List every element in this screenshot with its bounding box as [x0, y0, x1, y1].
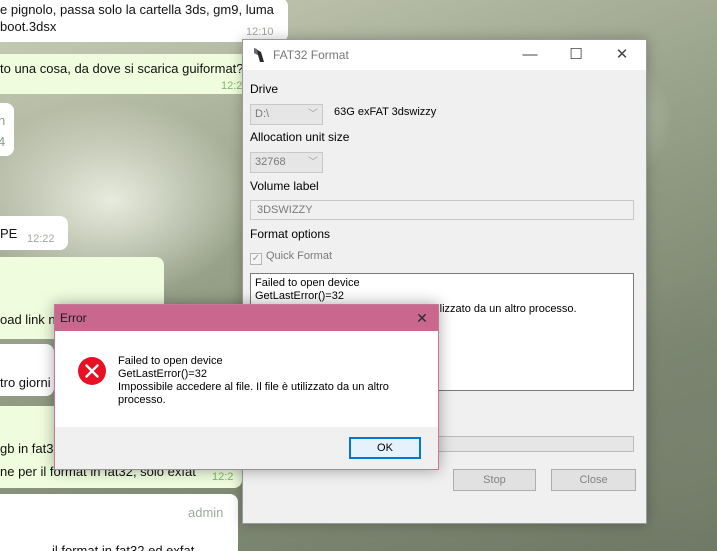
message-text: e pignolo, passa solo la cartella 3ds, g…: [0, 2, 274, 17]
chat-message[interactable]: PE 12:22: [0, 216, 68, 250]
window-titlebar[interactable]: FAT32 Format — ☐ ✕: [243, 40, 646, 70]
message-text: il format in fat32 ed exfat: [52, 543, 195, 551]
message-text: 4: [0, 134, 6, 149]
minimize-button[interactable]: —: [507, 40, 553, 70]
quick-format-checkbox[interactable]: ✓ Quick Format: [250, 250, 332, 265]
close-button[interactable]: ✕: [599, 40, 645, 70]
message-line: Impossibile accedere al file. Il file è …: [118, 381, 389, 393]
message-time: 12:2: [212, 471, 234, 483]
chat-message[interactable]: e pignolo, passa solo la cartella 3ds, g…: [0, 0, 288, 42]
chat-message[interactable]: n 4: [0, 103, 14, 156]
quick-format-label: Quick Format: [266, 250, 333, 262]
drive-label: Drive: [250, 82, 279, 96]
drive-select-value: D:\: [255, 108, 270, 120]
checkmark-icon: ✓: [250, 253, 262, 265]
dialog-message: Failed to open device GetLastError()=32 …: [118, 355, 418, 407]
window-title: FAT32 Format: [273, 48, 349, 62]
log-line: Failed to open device: [255, 277, 360, 289]
chat-message[interactable]: admin il format in fat32 ed exfat: [0, 494, 238, 551]
stop-button[interactable]: Stop: [453, 469, 536, 491]
maximize-button[interactable]: ☐: [553, 40, 599, 70]
chat-message[interactable]: tro giorni: [0, 344, 54, 396]
allocation-unit-select[interactable]: 32768 ﹀: [250, 152, 323, 173]
message-line: Failed to open device: [118, 355, 223, 367]
allocation-unit-value: 32768: [255, 156, 286, 168]
message-text: to una cosa, da dove si scarica guiforma…: [0, 61, 244, 76]
message-line: processo.: [118, 394, 166, 406]
dialog-close-button[interactable]: ✕: [406, 305, 438, 331]
drive-select[interactable]: D:\ ﹀: [250, 104, 323, 125]
ok-button[interactable]: OK: [349, 437, 421, 459]
message-author: admin: [188, 505, 224, 520]
message-text: oad link n: [0, 312, 56, 327]
chat-message[interactable]: to una cosa, da dove si scarica guiforma…: [0, 54, 248, 94]
dialog-footer: OK: [55, 427, 438, 469]
dialog-title: Error: [60, 311, 87, 325]
message-text: boot.3dsx: [0, 19, 57, 34]
error-x-icon: [78, 357, 106, 385]
message-text: PE: [0, 226, 18, 241]
log-line: GetLastError()=32: [255, 290, 344, 302]
message-line: GetLastError()=32: [118, 368, 207, 380]
close-window-button[interactable]: Close: [551, 469, 636, 491]
format-options-label: Format options: [250, 227, 331, 241]
message-text: gb in fat3: [0, 441, 54, 456]
volume-label-label: Volume label: [250, 179, 319, 193]
chevron-down-icon: ﹀: [308, 109, 318, 120]
volume-label-input[interactable]: 3DSWIZZY: [250, 200, 634, 220]
error-dialog: Error ✕ Failed to open device GetLastErr…: [54, 304, 439, 470]
message-time: 12:22: [27, 233, 55, 245]
dialog-titlebar[interactable]: Error ✕: [55, 305, 438, 331]
allocation-unit-label: Allocation unit size: [250, 130, 350, 144]
drive-description: 63G exFAT 3dswizzy: [334, 106, 437, 118]
chevron-down-icon: ﹀: [308, 157, 318, 168]
fat32-app-icon: [254, 48, 264, 62]
message-text: n: [0, 113, 6, 128]
message-text: tro giorni: [0, 375, 51, 390]
message-time: 12:2: [221, 80, 243, 92]
